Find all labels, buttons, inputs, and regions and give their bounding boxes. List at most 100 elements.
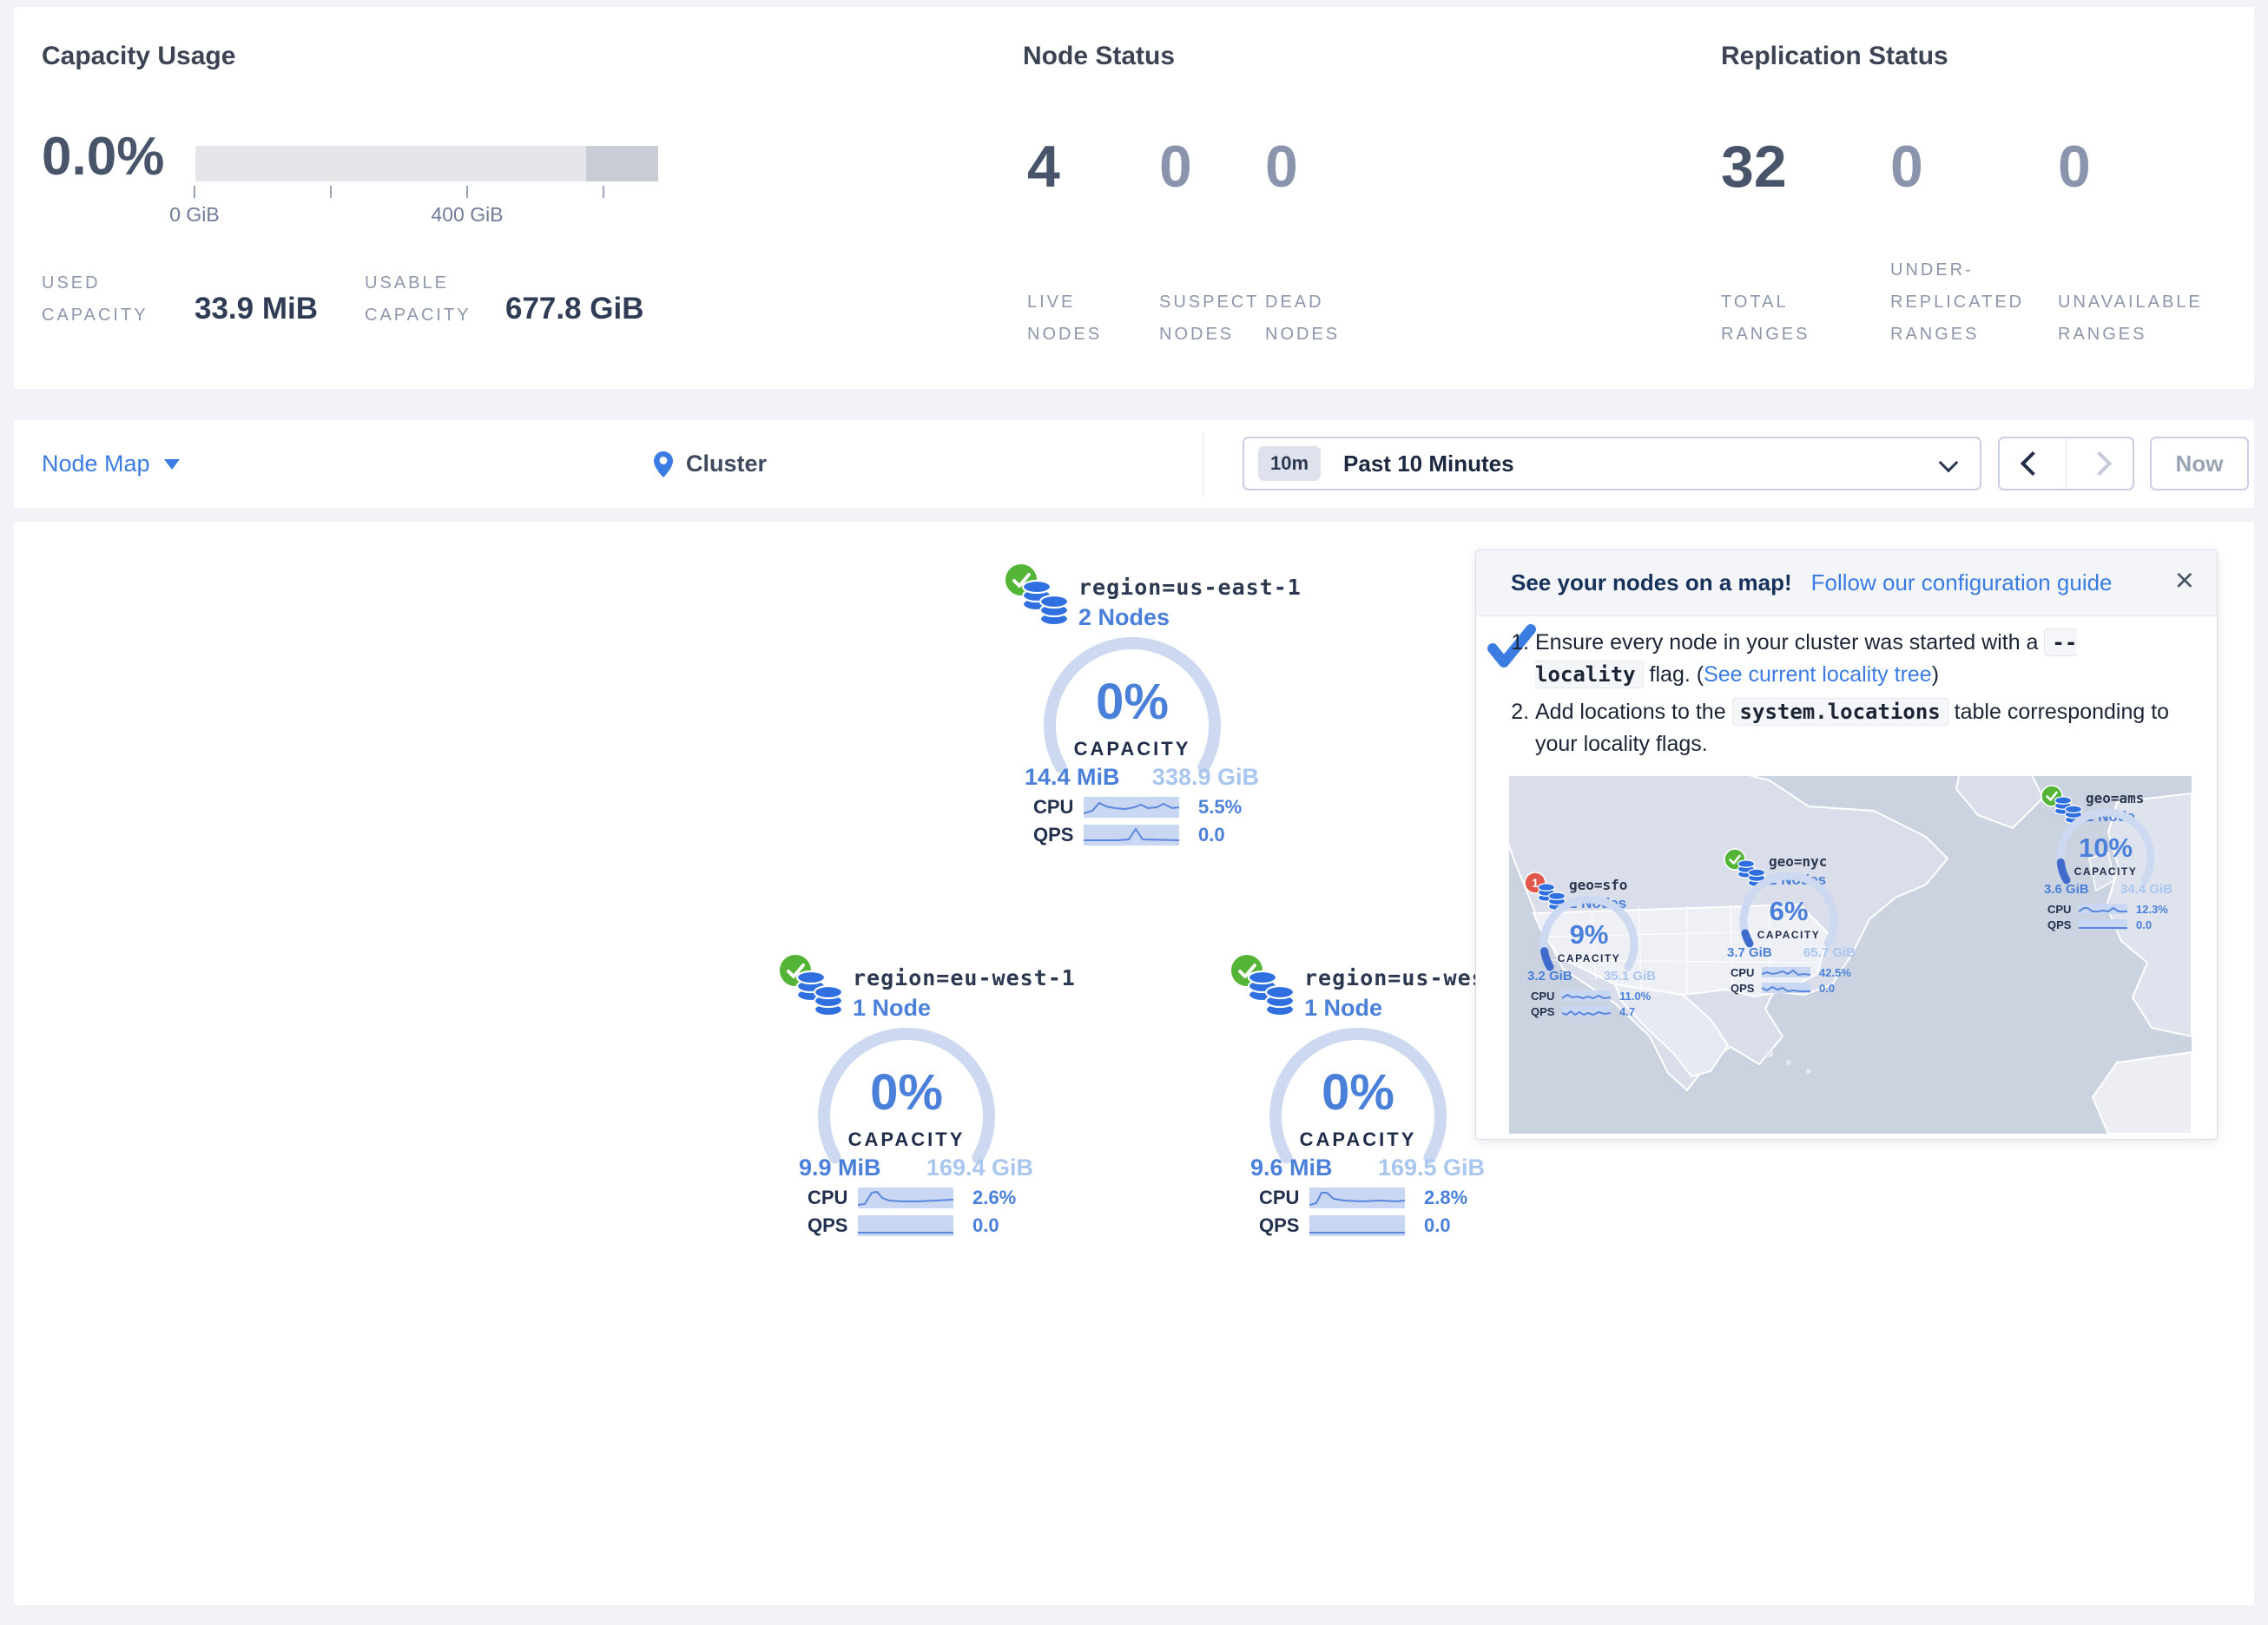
cpu-sparkline [858, 1188, 953, 1208]
used-capacity: 9.9 MiB [799, 1155, 881, 1181]
unavailable-label: UNAVAILABLE RANGES [2058, 286, 2232, 351]
view-dropdown-label: Node Map [42, 451, 150, 477]
node-count: 1 Node [853, 995, 931, 1022]
capacity-word: CAPACITY [1263, 1128, 1454, 1151]
geo-label: geo=sfo [1569, 877, 1627, 893]
cpu-value: 2.6% [972, 1187, 1016, 1209]
total-capacity: 169.5 GiB [1378, 1155, 1485, 1181]
total-capacity: 169.4 GiB [926, 1155, 1033, 1181]
capacity-percent: 0.0% [42, 130, 164, 184]
location-pin-icon [653, 451, 674, 478]
popup-header: See your nodes on a map! Follow our conf… [1476, 550, 2217, 616]
used-capacity: 3.7 GiB [1727, 945, 1772, 960]
cpu-sparkline [2079, 904, 2127, 914]
cpu-value: 2.8% [1424, 1187, 1467, 1209]
cpu-value: 42.5% [1819, 966, 1851, 979]
geo-label: geo=nyc [1769, 853, 1827, 870]
capacity-percent: 9% [1535, 921, 1643, 948]
live-nodes-label: LIVE NODES [1027, 286, 1131, 351]
prev-time-button[interactable] [2000, 438, 2066, 489]
qps-sparkline [1562, 1006, 1611, 1016]
cpu-label: CPU [808, 1187, 858, 1209]
used-capacity: 3.6 GiB [2044, 882, 2089, 897]
step-2: Add locations to the system.locations ta… [1535, 696, 2185, 760]
cpu-value: 5.5% [1198, 796, 1242, 819]
cpu-value: 12.3% [2136, 903, 2168, 916]
used-capacity: 9.6 MiB [1250, 1155, 1333, 1181]
cpu-label: CPU [2047, 903, 2079, 916]
view-dropdown[interactable]: Node Map [42, 420, 180, 508]
step-1-text: flag. ( [1644, 662, 1704, 687]
map-node-ams: geo=ams 1 Node 10% CAPACITY 3.6 GiB 34.4… [2041, 785, 2192, 945]
under-replicated-label: UNDER-REPLICATED RANGES [1890, 254, 2047, 351]
total-capacity: 34.4 GiB [2120, 882, 2172, 897]
qps-label: QPS [1259, 1214, 1309, 1237]
capacity-percent: 10% [2052, 834, 2159, 861]
locality-tree-link[interactable]: See current locality tree [1704, 662, 1932, 687]
qps-value: 0.0 [972, 1214, 999, 1237]
unavailable-value: 0 [2058, 137, 2091, 196]
qps-value: 0.0 [2136, 918, 2152, 931]
time-range-dropdown[interactable]: 10m Past 10 Minutes [1243, 437, 1981, 490]
live-nodes-value: 4 [1027, 137, 1060, 196]
axis-tick [194, 186, 195, 198]
step-1-text: Ensure every node in your cluster was st… [1535, 630, 2044, 655]
geo-label: geo=ams [2086, 790, 2144, 806]
step-1: Ensure every node in your cluster was st… [1535, 627, 2185, 691]
breadcrumb[interactable]: Cluster [653, 420, 767, 508]
node-group-us-east-1[interactable]: region=us-east-1 2 Nodes 0% CAPACITY 14.… [999, 556, 1372, 877]
qps-sparkline [2079, 919, 2127, 930]
axis-tick-label: 400 GiB [406, 203, 528, 227]
qps-sparkline [1084, 825, 1179, 845]
cpu-label: CPU [1033, 796, 1084, 819]
step-1-text: ) [1932, 662, 1939, 687]
suspect-nodes-value: 0 [1159, 137, 1192, 196]
capacity-usage-title: Capacity Usage [42, 42, 235, 71]
qps-sparkline [858, 1215, 953, 1236]
map-node-sfo: 1 geo=sfo 2 Nodes 9% CAPACITY 3.2 [1524, 872, 1680, 1032]
usable-capacity-label: USABLE CAPACITY [365, 267, 512, 332]
now-button[interactable]: Now [2150, 437, 2249, 490]
next-time-button[interactable] [2066, 438, 2133, 489]
qps-sparkline [1309, 1215, 1405, 1236]
capacity-word: CAPACITY [1037, 738, 1228, 760]
qps-label: QPS [1731, 982, 1762, 995]
cpu-label: CPU [1531, 990, 1562, 1003]
database-nodes-icon [1245, 969, 1297, 1019]
total-ranges-label: TOTAL RANGES [1721, 286, 1834, 351]
system-locations-code: system.locations [1732, 698, 1948, 726]
qps-label: QPS [1531, 1005, 1562, 1018]
database-nodes-icon [794, 969, 846, 1019]
capacity-percent: 0% [1037, 677, 1228, 727]
breadcrumb-label: Cluster [686, 451, 767, 477]
close-icon[interactable]: × [2175, 564, 2194, 597]
map-node-nyc: geo=nyc 2 Nodes 6% CAPACITY 3.7 GiB 65.7… [1724, 848, 1880, 1009]
suspect-nodes-label: SUSPECT NODES [1159, 286, 1263, 351]
configuration-guide-link[interactable]: Follow our configuration guide [1811, 569, 2113, 596]
capacity-word: CAPACITY [1735, 929, 1843, 941]
axis-tick-label: 0 GiB [134, 203, 255, 227]
usable-capacity-value: 677.8 GiB [505, 292, 644, 326]
dead-nodes-value: 0 [1265, 137, 1298, 196]
qps-value: 0.0 [1198, 824, 1225, 846]
region-label: region=us-east-1 [1078, 575, 1302, 600]
summary-card: Capacity Usage 0.0% 0 GiB 400 GiB USED C… [14, 7, 2254, 389]
capacity-percent: 0% [811, 1068, 1002, 1118]
chevron-down-icon [1939, 453, 1959, 473]
region-label: region=eu-west-1 [853, 965, 1076, 990]
qps-value: 4.7 [1619, 1005, 1635, 1018]
node-map-canvas: region=us-east-1 2 Nodes 0% CAPACITY 14.… [14, 522, 2254, 1605]
chevron-left-icon [2021, 451, 2045, 476]
time-nav-arrows [1998, 437, 2134, 490]
capacity-word: CAPACITY [811, 1128, 1002, 1151]
node-group-eu-west-1[interactable]: region=eu-west-1 1 Node 0% CAPACITY 9.9 … [773, 946, 1146, 1267]
cpu-sparkline [1084, 797, 1179, 818]
used-capacity: 3.2 GiB [1527, 969, 1572, 984]
chevron-down-icon [164, 459, 180, 470]
time-range-label: Past 10 Minutes [1343, 451, 1514, 477]
database-nodes-icon [1019, 578, 1071, 628]
capacity-word: CAPACITY [2052, 865, 2159, 878]
locality-setup-popup: See your nodes on a map! Follow our conf… [1475, 549, 2218, 1140]
capacity-bar-segment [586, 146, 658, 181]
popup-steps: Ensure every node in your cluster was st… [1507, 627, 2185, 766]
